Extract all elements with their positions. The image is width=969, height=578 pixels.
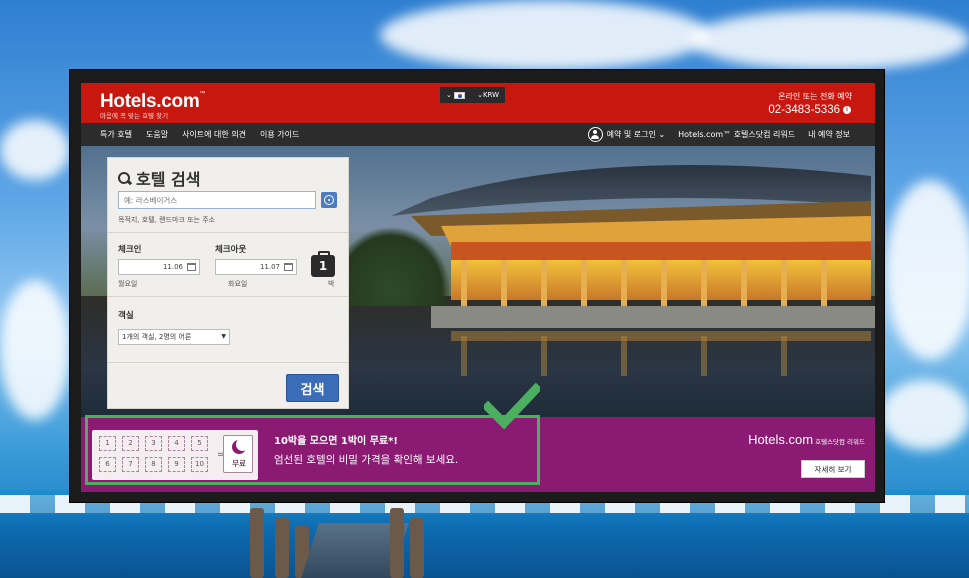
search-icon xyxy=(118,171,131,185)
contact-label: 온라인 또는 전화 예약 xyxy=(778,92,852,101)
cloud xyxy=(0,120,70,180)
chevron-down-icon: ⌄ xyxy=(658,130,666,139)
divider xyxy=(108,362,348,363)
nav-item-feedback[interactable]: 사이트에 대한 의견 xyxy=(182,129,246,140)
cloud xyxy=(880,380,969,450)
nav-item-guide[interactable]: 이용 가이드 xyxy=(260,129,299,140)
nav-item-bookings[interactable]: 내 예약 정보 xyxy=(808,129,850,140)
pier-image xyxy=(250,503,430,578)
rooms-label: 객실 xyxy=(118,311,134,321)
destination-hint: 목적지, 호텔, 랜드마크 또는 주소 xyxy=(118,216,216,224)
monitor-frame: Hotels.com™ 마음에 꼭 맞는 호텔 찾기 ⌄ ⌄KRW 온라인 또는… xyxy=(69,69,885,503)
checkout-date-input[interactable]: 11.07 xyxy=(215,259,297,275)
cloud xyxy=(885,180,969,360)
user-icon xyxy=(587,127,603,142)
rewards-logo: Hotels.com 호텔스닷컴 리워드 xyxy=(748,432,865,447)
locate-me-icon[interactable] xyxy=(321,192,337,208)
nights-suitcase-icon: 1 xyxy=(311,251,335,277)
checkout-label: 체크아웃 xyxy=(215,245,247,255)
rooms-select[interactable]: 1개의 객실, 2명의 어른 ▼ xyxy=(118,329,230,345)
nav-bar: 특가 호텔 도움말 사이트에 대한 의견 이용 가이드 예약 및 로그인 ⌄ H… xyxy=(81,123,875,146)
language-selector[interactable]: ⌄ xyxy=(446,91,466,99)
account-menu[interactable]: 예약 및 로그인 ⌄ xyxy=(587,127,666,142)
site-header: Hotels.com™ 마음에 꼭 맞는 호텔 찾기 ⌄ ⌄KRW 온라인 또는… xyxy=(81,83,875,123)
pavilion-illustration xyxy=(391,165,875,376)
nav-item-rewards[interactable]: Hotels.com™ 호텔스닷컴 리워드 xyxy=(678,129,795,140)
destination-input[interactable] xyxy=(118,191,316,209)
search-button[interactable]: 검색 xyxy=(286,374,339,402)
site-tagline: 마음에 꼭 맞는 호텔 찾기 xyxy=(100,112,169,120)
checkin-date-input[interactable]: 11.06 xyxy=(118,259,200,275)
calendar-icon[interactable] xyxy=(284,263,293,271)
checkin-day: 월요일 xyxy=(118,280,138,288)
checkin-label: 체크인 xyxy=(118,245,142,255)
search-panel-title: 호텔 검색 xyxy=(118,166,200,190)
info-icon[interactable]: i xyxy=(843,105,851,114)
browser-screen: Hotels.com™ 마음에 꼭 맞는 호텔 찾기 ⌄ ⌄KRW 온라인 또는… xyxy=(81,83,875,492)
checkout-day: 화요일 xyxy=(228,280,248,288)
details-button[interactable]: 자세히 보기 xyxy=(801,460,865,478)
divider xyxy=(108,232,348,233)
highlight-box xyxy=(85,415,540,485)
phone-number: 02-3483-5336 i xyxy=(768,104,851,116)
cloud xyxy=(0,280,70,420)
hotel-search-panel: 호텔 검색 목적지, 호텔, 랜드마크 또는 주소 체크인 11.06 월요일 … xyxy=(107,157,349,409)
cloud xyxy=(380,0,710,70)
nav-item-deals[interactable]: 특가 호텔 xyxy=(100,129,132,140)
nights-label: 박 xyxy=(328,280,335,288)
chevron-down-icon: ▼ xyxy=(221,333,226,340)
locale-selectors: ⌄ ⌄KRW xyxy=(440,87,506,103)
cloud xyxy=(690,10,969,70)
checkmark-icon xyxy=(484,383,540,430)
nav-item-help[interactable]: 도움말 xyxy=(146,129,168,140)
divider xyxy=(108,296,348,297)
calendar-icon[interactable] xyxy=(187,263,196,271)
korea-flag-icon xyxy=(454,91,466,99)
currency-selector[interactable]: ⌄KRW xyxy=(477,91,499,99)
